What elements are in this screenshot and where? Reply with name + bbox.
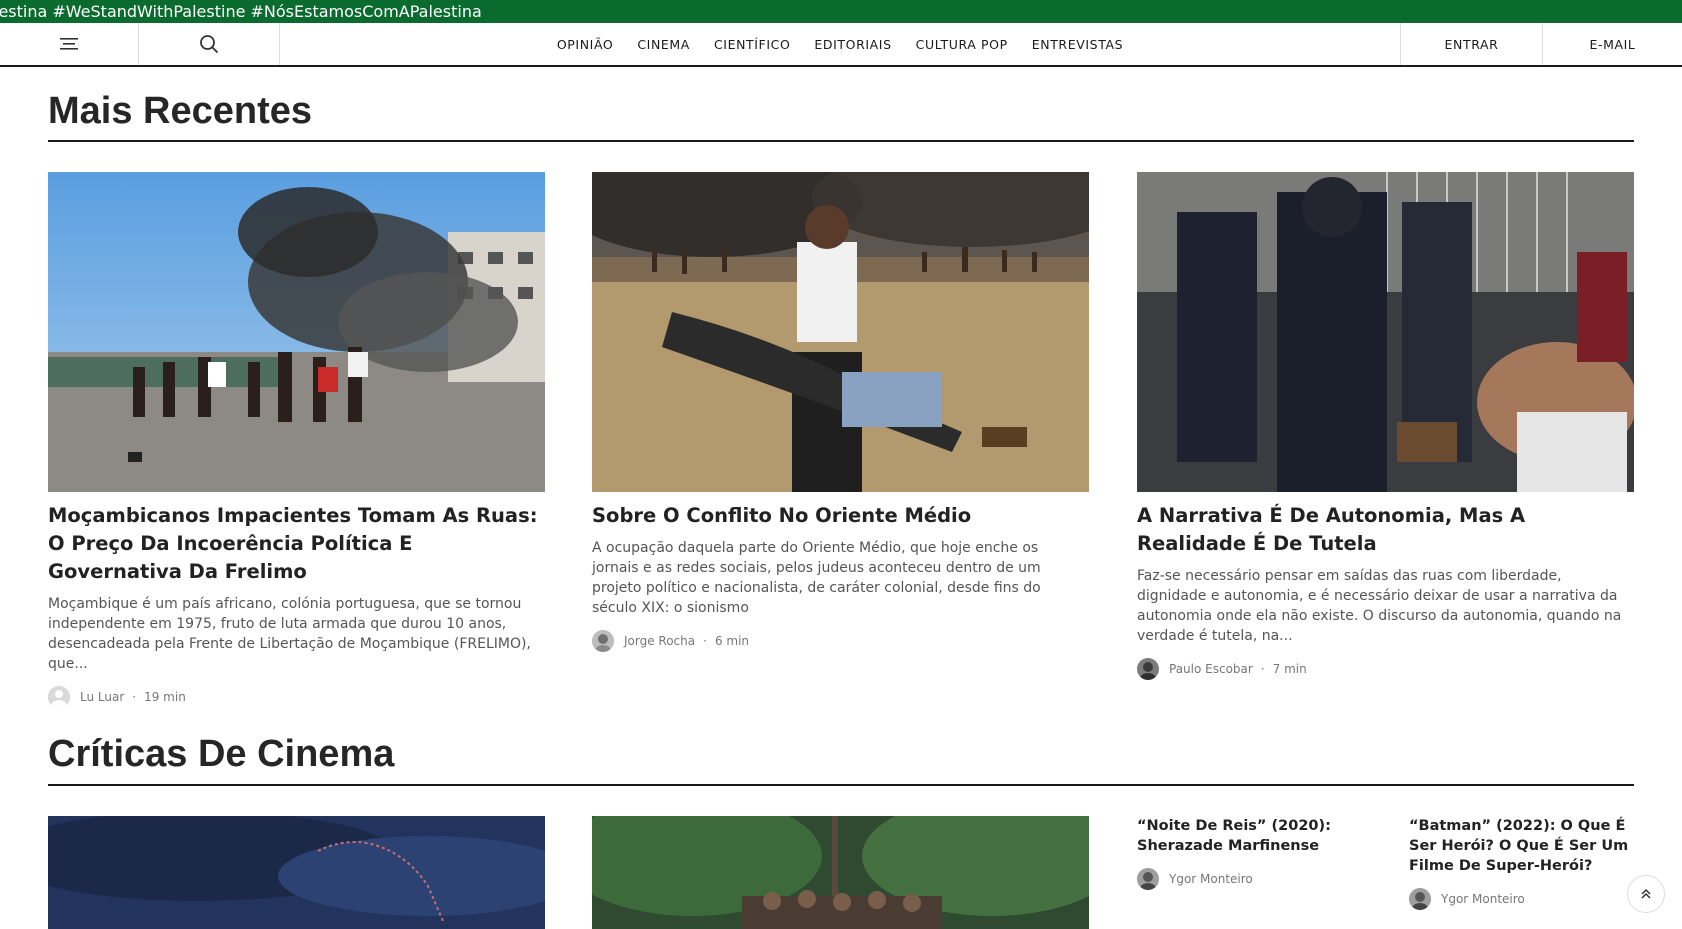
article-title[interactable]: Sobre O Conflito No Oriente Médio bbox=[592, 502, 1089, 530]
article-image[interactable] bbox=[1137, 172, 1634, 492]
article-excerpt: A ocupação daquela parte do Oriente Médi… bbox=[592, 540, 1041, 616]
author-photo bbox=[1137, 868, 1159, 890]
cinema-article-title[interactable]: “Batman” (2022): O Que É Ser Herói? O Qu… bbox=[1409, 816, 1644, 876]
hamburger-icon bbox=[60, 38, 78, 50]
chevron-double-up-icon bbox=[1641, 888, 1651, 899]
article-card[interactable]: A Narrativa É De Autonomia, Mas A Realid… bbox=[1137, 172, 1634, 680]
login-button[interactable]: ENTRAR bbox=[1400, 23, 1542, 65]
nav-link-entrevistas[interactable]: ENTREVISTAS bbox=[1032, 37, 1123, 52]
author-avatar[interactable] bbox=[1137, 868, 1159, 890]
ticker-text: lestina #WeStandWithPalestine #NósEstamo… bbox=[0, 2, 482, 21]
hashtag-ticker: lestina #WeStandWithPalestine #NósEstamo… bbox=[0, 0, 1682, 23]
article-title[interactable]: Moçambicanos Impacientes Tomam As Ruas: … bbox=[48, 502, 545, 586]
article-image[interactable] bbox=[592, 172, 1089, 492]
author-avatar[interactable] bbox=[592, 630, 614, 652]
article-meta: Ygor Monteiro bbox=[1409, 888, 1644, 910]
article-title[interactable]: A Narrativa É De Autonomia, Mas A Realid… bbox=[1137, 502, 1634, 558]
author-name[interactable]: Lu Luar bbox=[80, 690, 124, 704]
article-meta: Paulo Escobar · 7 min bbox=[1137, 658, 1634, 680]
meta-separator: · bbox=[132, 690, 137, 704]
author-photo bbox=[592, 630, 614, 652]
author-name[interactable]: Paulo Escobar bbox=[1169, 662, 1253, 676]
cinema-card[interactable] bbox=[592, 816, 1089, 929]
article-meta: Lu Luar · 19 min bbox=[48, 686, 545, 708]
author-photo bbox=[1409, 888, 1431, 910]
user-placeholder-icon bbox=[48, 686, 70, 708]
cinema-card[interactable] bbox=[48, 816, 545, 929]
nav-link-editoriais[interactable]: EDITORIAIS bbox=[814, 37, 891, 52]
article-meta: Jorge Rocha · 6 min bbox=[592, 630, 1089, 652]
nav-link-cultura-pop[interactable]: CULTURA POP bbox=[916, 37, 1008, 52]
cinema-image[interactable] bbox=[592, 816, 1089, 929]
author-avatar[interactable] bbox=[48, 686, 70, 708]
cinema-mini-card[interactable]: “Batman” (2022): O Que É Ser Herói? O Qu… bbox=[1409, 816, 1644, 910]
meta-separator: · bbox=[1260, 662, 1265, 676]
search-icon bbox=[200, 35, 219, 54]
read-time: 19 min bbox=[144, 690, 186, 704]
author-name[interactable]: Jorge Rocha bbox=[624, 634, 695, 648]
article-meta: Ygor Monteiro bbox=[1137, 868, 1372, 890]
nav-link-opiniao[interactable]: OPINIÃO bbox=[557, 37, 613, 52]
menu-button[interactable] bbox=[0, 23, 139, 65]
author-avatar[interactable] bbox=[1409, 888, 1431, 910]
section-title-cinema: Críticas De Cinema bbox=[48, 733, 1634, 786]
author-photo bbox=[1137, 658, 1159, 680]
email-button[interactable]: E-MAIL bbox=[1542, 23, 1682, 65]
author-name[interactable]: Ygor Monteiro bbox=[1441, 892, 1525, 906]
section-title-recent: Mais Recentes bbox=[48, 90, 1634, 142]
cinema-image[interactable] bbox=[48, 816, 545, 929]
cinema-article-title[interactable]: “Noite De Reis” (2020): Sherazade Marfin… bbox=[1137, 816, 1372, 856]
cinema-mini-card[interactable]: “Noite De Reis” (2020): Sherazade Marfin… bbox=[1137, 816, 1372, 890]
read-time: 7 min bbox=[1272, 662, 1307, 676]
read-time: 6 min bbox=[714, 634, 750, 648]
nav-link-cientifico[interactable]: CIENTÍFICO bbox=[714, 37, 790, 52]
category-links: OPINIÃO CINEMA CIENTÍFICO EDITORIAIS CUL… bbox=[280, 23, 1400, 65]
author-name[interactable]: Ygor Monteiro bbox=[1169, 872, 1253, 886]
article-card[interactable]: Moçambicanos Impacientes Tomam As Ruas: … bbox=[48, 172, 545, 708]
search-button[interactable] bbox=[139, 23, 280, 65]
article-image[interactable] bbox=[48, 172, 545, 492]
meta-separator: · bbox=[703, 634, 707, 648]
top-navigation: OPINIÃO CINEMA CIENTÍFICO EDITORIAIS CUL… bbox=[0, 23, 1682, 67]
article-excerpt: Moçambique é um país africano, colónia p… bbox=[48, 596, 531, 672]
article-card[interactable]: Sobre O Conflito No Oriente Médio A ocup… bbox=[592, 172, 1089, 652]
scroll-to-top-button[interactable] bbox=[1627, 875, 1665, 913]
author-avatar[interactable] bbox=[1137, 658, 1159, 680]
nav-link-cinema[interactable]: CINEMA bbox=[637, 37, 690, 52]
article-excerpt: Faz-se necessário pensar em saídas das r… bbox=[1137, 568, 1622, 644]
